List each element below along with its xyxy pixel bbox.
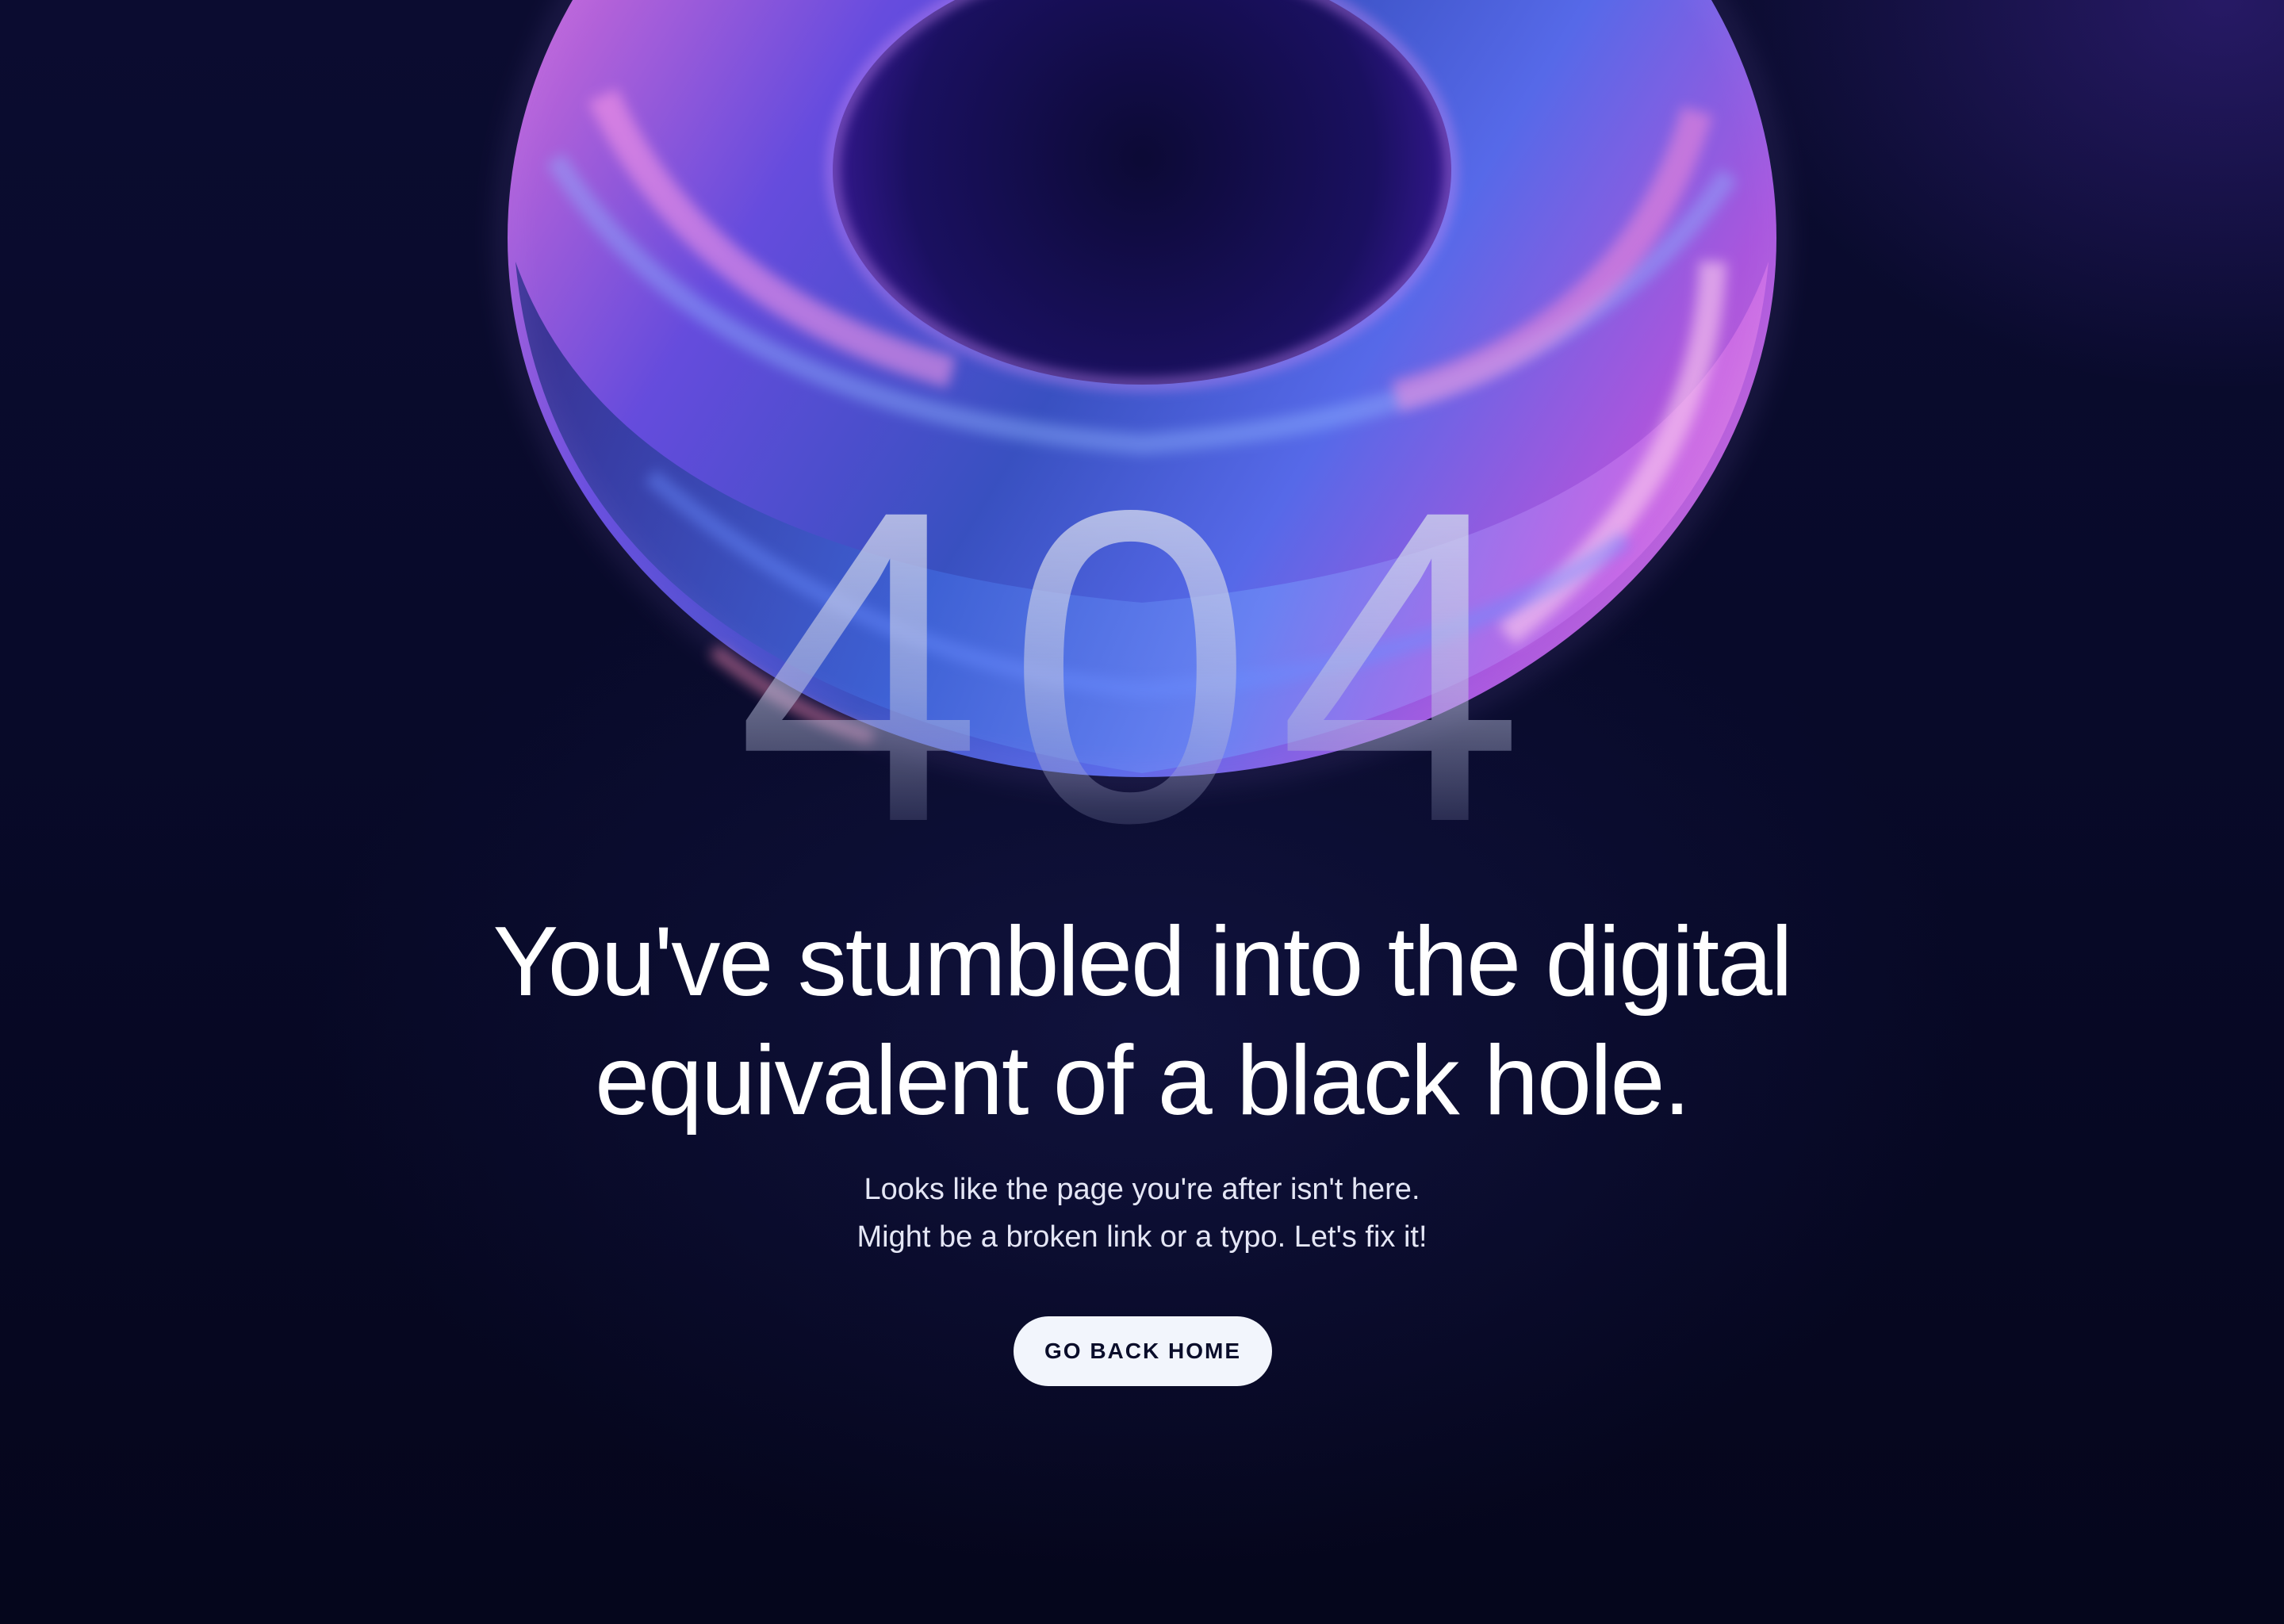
- message-line-1: Looks like the page you're after isn't h…: [864, 1173, 1420, 1206]
- page-title: You've stumbled into the digital equival…: [0, 902, 2284, 1140]
- headline-line-2: equivalent of a black hole.: [595, 1026, 1691, 1136]
- error-page: 404 You've stumbled into the digital equ…: [0, 0, 2284, 1624]
- message-line-2: Might be a broken link or a typo. Let's …: [856, 1220, 1428, 1254]
- error-message: Looks like the page you're after isn't h…: [0, 1166, 2284, 1261]
- headline-line-1: You've stumbled into the digital: [492, 907, 1792, 1017]
- error-code: 404: [0, 444, 2284, 888]
- go-back-home-button[interactable]: GO BACK HOME: [1014, 1316, 1272, 1386]
